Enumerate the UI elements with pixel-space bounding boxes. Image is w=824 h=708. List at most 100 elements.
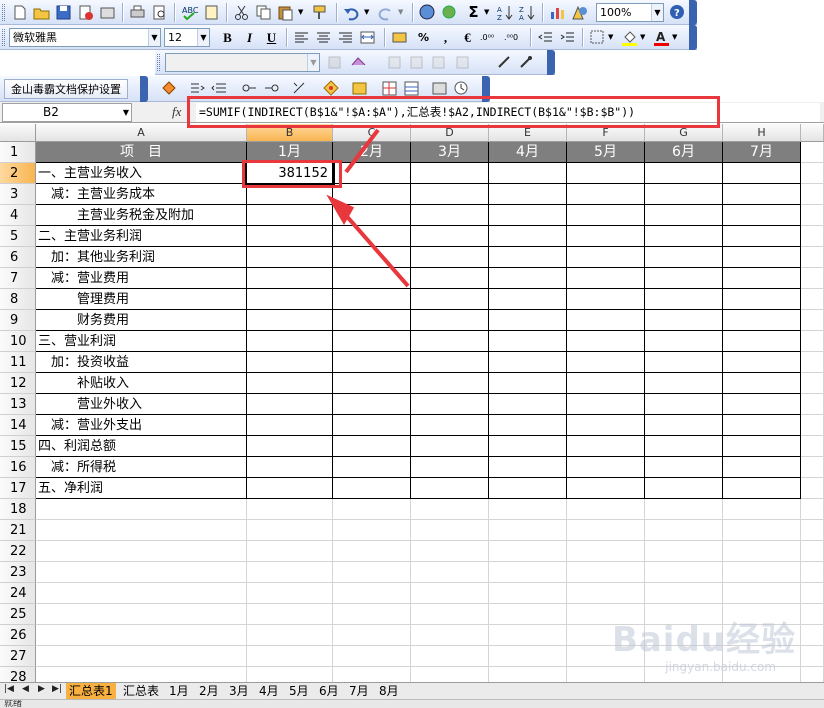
empty-cell[interactable] xyxy=(723,541,801,562)
empty-cell[interactable] xyxy=(333,541,411,562)
empty-cell[interactable] xyxy=(36,583,247,604)
row-header-15[interactable]: 15 xyxy=(0,436,36,457)
table-cell[interactable] xyxy=(723,478,801,499)
chevron-down-icon[interactable]: ▼ xyxy=(197,29,209,46)
row-header-26[interactable]: 26 xyxy=(0,625,36,646)
fill-color-icon[interactable] xyxy=(620,28,639,47)
item-label-cell[interactable]: 减：营业外支出 xyxy=(36,415,247,436)
table-cell[interactable] xyxy=(333,457,411,478)
table-cell[interactable] xyxy=(247,310,333,331)
empty-cell[interactable] xyxy=(801,226,824,247)
empty-cell[interactable] xyxy=(723,520,801,541)
header-month-cell[interactable]: 2月 xyxy=(333,142,411,163)
format-painter-icon[interactable] xyxy=(310,3,329,22)
item-label-cell[interactable]: 营业外收入 xyxy=(36,394,247,415)
item-label-cell[interactable]: 减：主营业务成本 xyxy=(36,184,247,205)
table-cell[interactable] xyxy=(333,268,411,289)
empty-cell[interactable] xyxy=(247,541,333,562)
empty-cell[interactable] xyxy=(333,583,411,604)
paste-dropdown-icon[interactable]: ▼ xyxy=(298,3,306,22)
select-all-corner[interactable] xyxy=(0,124,36,142)
table-cell[interactable] xyxy=(333,226,411,247)
table-cell[interactable] xyxy=(567,226,645,247)
table-cell[interactable] xyxy=(567,331,645,352)
row-header-22[interactable]: 22 xyxy=(0,541,36,562)
sheet-tab[interactable]: 3月 xyxy=(226,683,252,699)
align-right-icon[interactable] xyxy=(336,28,355,47)
next-sheet-icon[interactable]: ▶ xyxy=(38,684,45,694)
row-header-6[interactable]: 6 xyxy=(0,247,36,268)
empty-cell[interactable] xyxy=(489,583,567,604)
table-cell[interactable] xyxy=(645,394,723,415)
table-cell[interactable] xyxy=(333,184,411,205)
table-cell[interactable] xyxy=(489,163,567,184)
item-label-cell[interactable]: 四、利润总额 xyxy=(36,436,247,457)
empty-cell[interactable] xyxy=(801,499,824,520)
empty-cell[interactable] xyxy=(567,562,645,583)
table-cell[interactable] xyxy=(723,247,801,268)
empty-cell[interactable] xyxy=(333,604,411,625)
table-cell[interactable] xyxy=(567,268,645,289)
table-cell[interactable] xyxy=(645,184,723,205)
table-cell[interactable] xyxy=(333,352,411,373)
empty-cell[interactable] xyxy=(333,562,411,583)
table-cell[interactable] xyxy=(567,436,645,457)
table-cell[interactable] xyxy=(567,352,645,373)
table-cell[interactable] xyxy=(247,289,333,310)
table-cell[interactable] xyxy=(645,331,723,352)
font-size-select[interactable]: 12 ▼ xyxy=(164,28,210,47)
empty-cell[interactable] xyxy=(801,478,824,499)
empty-cell[interactable] xyxy=(801,352,824,373)
style-tool-8-icon[interactable] xyxy=(517,53,536,72)
empty-cell[interactable] xyxy=(333,646,411,667)
table-cell[interactable] xyxy=(489,268,567,289)
last-sheet-icon[interactable]: ▶| xyxy=(52,684,62,694)
empty-cell[interactable] xyxy=(411,562,489,583)
table-cell[interactable] xyxy=(333,310,411,331)
empty-cell[interactable] xyxy=(645,583,723,604)
empty-cell[interactable] xyxy=(801,583,824,604)
row-header-16[interactable]: 16 xyxy=(0,457,36,478)
row-header-8[interactable]: 8 xyxy=(0,289,36,310)
decrease-decimal-icon[interactable]: .⁰⁰0 xyxy=(504,28,523,47)
sheet-tab[interactable]: 4月 xyxy=(256,683,282,699)
row-header-10[interactable]: 10 xyxy=(0,331,36,352)
permission-icon[interactable] xyxy=(76,3,95,22)
table-cell[interactable] xyxy=(411,331,489,352)
table-cell[interactable] xyxy=(645,289,723,310)
empty-cell[interactable] xyxy=(723,562,801,583)
item-label-cell[interactable]: 减：营业费用 xyxy=(36,268,247,289)
empty-cell[interactable] xyxy=(645,541,723,562)
empty-cell[interactable] xyxy=(247,520,333,541)
table-cell[interactable] xyxy=(645,163,723,184)
table-cell[interactable] xyxy=(489,457,567,478)
table-cell[interactable] xyxy=(489,352,567,373)
empty-cell[interactable] xyxy=(801,310,824,331)
table-cell[interactable] xyxy=(411,478,489,499)
table-cell[interactable] xyxy=(723,205,801,226)
empty-cell[interactable] xyxy=(567,541,645,562)
table-cell[interactable] xyxy=(723,457,801,478)
empty-cell[interactable] xyxy=(801,436,824,457)
percent-button[interactable]: % xyxy=(414,28,433,47)
row-header-13[interactable]: 13 xyxy=(0,394,36,415)
empty-cell[interactable] xyxy=(411,604,489,625)
cut-icon[interactable] xyxy=(232,3,251,22)
increase-indent-icon[interactable] xyxy=(558,28,577,47)
header-item-cell[interactable]: 项 目 xyxy=(36,142,247,163)
empty-cell[interactable] xyxy=(801,184,824,205)
sheet-tab[interactable]: 汇总表 xyxy=(120,683,162,699)
table-cell[interactable] xyxy=(411,310,489,331)
table-cell[interactable] xyxy=(645,247,723,268)
table-cell[interactable] xyxy=(247,226,333,247)
header-month-cell[interactable]: 4月 xyxy=(489,142,567,163)
empty-cell[interactable] xyxy=(36,604,247,625)
empty-cell[interactable] xyxy=(36,646,247,667)
empty-cell[interactable] xyxy=(489,520,567,541)
toolbar-grip[interactable] xyxy=(2,29,5,46)
table-cell[interactable] xyxy=(489,247,567,268)
print-icon[interactable] xyxy=(128,3,147,22)
item-label-cell[interactable]: 财务费用 xyxy=(36,310,247,331)
table-cell[interactable] xyxy=(247,436,333,457)
empty-cell[interactable] xyxy=(411,646,489,667)
